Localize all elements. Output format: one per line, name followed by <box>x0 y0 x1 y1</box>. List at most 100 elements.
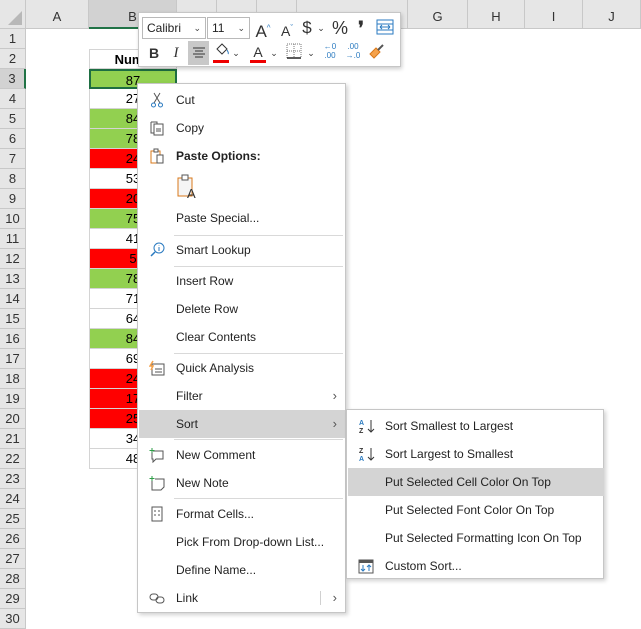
borders-dropdown[interactable]: ⌄ <box>306 42 316 64</box>
row-header-22[interactable]: 22 <box>0 449 26 469</box>
column-header-h[interactable]: H <box>468 0 525 29</box>
borders-icon <box>286 43 302 59</box>
row-header-14[interactable]: 14 <box>0 289 26 309</box>
italic-button[interactable]: I <box>167 42 185 64</box>
fill-color-dropdown[interactable]: ⌄ <box>231 42 241 64</box>
row-header-5[interactable]: 5 <box>0 109 26 129</box>
submenu-item-font-color-top[interactable]: Put Selected Font Color On Top <box>348 496 604 524</box>
row-header-13[interactable]: 13 <box>0 269 26 289</box>
row-header-30[interactable]: 30 <box>0 609 26 629</box>
smart-lookup-label: Smart Lookup <box>176 243 251 257</box>
smart-lookup-icon <box>150 242 165 257</box>
sort-submenu: AZ Sort Smallest to Largest ZA Sort Larg… <box>346 409 604 579</box>
comma-style-button[interactable]: ❜ <box>353 17 369 39</box>
row-header-18[interactable]: 18 <box>0 369 26 389</box>
delete-row-label: Delete Row <box>176 302 239 316</box>
chevron-down-icon: ⌄ <box>307 48 315 58</box>
menu-item-sort[interactable]: Sort › <box>139 410 345 438</box>
menu-item-define-name[interactable]: Define Name... <box>139 556 345 584</box>
row-header-21[interactable]: 21 <box>0 429 26 449</box>
menu-item-smart-lookup[interactable]: Smart Lookup <box>139 236 345 264</box>
menu-item-link[interactable]: Link › <box>139 584 345 612</box>
menu-item-cut[interactable]: Cut <box>139 86 345 114</box>
new-note-label: New Note <box>176 476 229 490</box>
clipboard-icon <box>150 148 164 164</box>
center-align-button[interactable] <box>188 41 209 65</box>
sort-descending-icon: ZA <box>359 448 375 462</box>
menu-item-quick-analysis[interactable]: Quick Analysis <box>139 354 345 382</box>
row-header-17[interactable]: 17 <box>0 349 26 369</box>
chevron-down-icon: ⌄ <box>317 23 325 33</box>
increase-decimal-button[interactable]: ←0.00 <box>320 42 340 60</box>
row-header-6[interactable]: 6 <box>0 129 26 149</box>
row-header-16[interactable]: 16 <box>0 329 26 349</box>
submenu-item-custom-sort[interactable]: Custom Sort... <box>348 552 604 580</box>
row-header-8[interactable]: 8 <box>0 169 26 189</box>
new-comment-label: New Comment <box>176 448 256 462</box>
link-label: Link <box>176 591 199 605</box>
increase-font-icon: A^ <box>255 21 271 41</box>
decrease-decimal-button[interactable]: .00 →.0 <box>343 42 363 60</box>
chevron-down-icon: ⌄ <box>232 48 240 58</box>
submenu-item-sort-asc[interactable]: AZ Sort Smallest to Largest <box>348 412 604 440</box>
row-header-19[interactable]: 19 <box>0 389 26 409</box>
row-header-25[interactable]: 25 <box>0 509 26 529</box>
menu-item-new-note[interactable]: New Note <box>139 469 345 497</box>
row-header-10[interactable]: 10 <box>0 209 26 229</box>
center-align-icon <box>192 47 205 58</box>
row-header-24[interactable]: 24 <box>0 489 26 509</box>
column-header-a[interactable]: A <box>26 0 89 29</box>
paste-special-label: Paste Special... <box>176 211 260 225</box>
font-name-select[interactable]: Calibri ⌄ <box>142 17 206 39</box>
row-header-2[interactable]: 2 <box>0 49 26 69</box>
select-all-corner[interactable] <box>0 0 26 29</box>
row-header-9[interactable]: 9 <box>0 189 26 209</box>
menu-item-filter[interactable]: Filter › <box>139 382 345 410</box>
menu-item-new-comment[interactable]: New Comment <box>139 441 345 469</box>
merge-center-button[interactable] <box>375 19 395 37</box>
menu-item-clear-contents[interactable]: Clear Contents <box>139 323 345 351</box>
menu-item-insert-row[interactable]: Insert Row <box>139 267 345 295</box>
chevron-down-icon: ⌄ <box>237 23 245 33</box>
row-header-20[interactable]: 20 <box>0 409 26 429</box>
menu-item-delete-row[interactable]: Delete Row <box>139 295 345 323</box>
percent-style-button[interactable]: % <box>330 17 350 39</box>
column-header-g[interactable]: G <box>408 0 468 29</box>
row-header-15[interactable]: 15 <box>0 309 26 329</box>
row-header-29[interactable]: 29 <box>0 589 26 609</box>
font-color-dropdown[interactable]: ⌄ <box>269 42 279 64</box>
submenu-item-cell-color-top[interactable]: Put Selected Cell Color On Top <box>348 468 604 496</box>
row-header-27[interactable]: 27 <box>0 549 26 569</box>
row-header-26[interactable]: 26 <box>0 529 26 549</box>
menu-item-pick-from-list[interactable]: Pick From Drop-down List... <box>139 528 345 556</box>
borders-button[interactable] <box>285 43 303 66</box>
format-painter-button[interactable] <box>367 42 387 67</box>
dollar-icon: $ <box>302 18 312 37</box>
svg-text:Z: Z <box>359 428 364 434</box>
paste-keep-text-button[interactable]: A <box>176 174 200 201</box>
accounting-dropdown[interactable]: ⌄ <box>315 17 327 39</box>
font-name-value: Calibri <box>147 21 182 35</box>
menu-item-paste-special[interactable]: Paste Special... <box>139 204 345 232</box>
bold-button[interactable]: B <box>145 42 163 64</box>
row-header-4[interactable]: 4 <box>0 89 26 109</box>
submenu-item-sort-desc[interactable]: ZA Sort Largest to Smallest <box>348 440 604 468</box>
sort-asc-label: Sort Smallest to Largest <box>385 419 514 433</box>
row-header-23[interactable]: 23 <box>0 469 26 489</box>
menu-item-format-cells[interactable]: Format Cells... <box>139 500 345 528</box>
decrease-font-size-button[interactable]: Aˇ <box>277 17 297 42</box>
context-menu: Cut Copy Paste Options: A Paste Special.… <box>137 83 346 613</box>
row-header-12[interactable]: 12 <box>0 249 26 269</box>
row-header-1[interactable]: 1 <box>0 29 26 49</box>
column-header-i[interactable]: I <box>525 0 583 29</box>
row-header-3[interactable]: 3 <box>0 69 26 89</box>
increase-font-size-button[interactable]: A^ <box>253 17 273 43</box>
row-header-7[interactable]: 7 <box>0 149 26 169</box>
accounting-format-button[interactable]: $ <box>299 17 315 39</box>
row-header-28[interactable]: 28 <box>0 569 26 589</box>
menu-item-copy[interactable]: Copy <box>139 114 345 142</box>
submenu-item-icon-top[interactable]: Put Selected Formatting Icon On Top <box>348 524 604 552</box>
font-size-select[interactable]: 11 ⌄ <box>207 17 250 39</box>
column-header-j[interactable]: J <box>583 0 641 29</box>
row-header-11[interactable]: 11 <box>0 229 26 249</box>
